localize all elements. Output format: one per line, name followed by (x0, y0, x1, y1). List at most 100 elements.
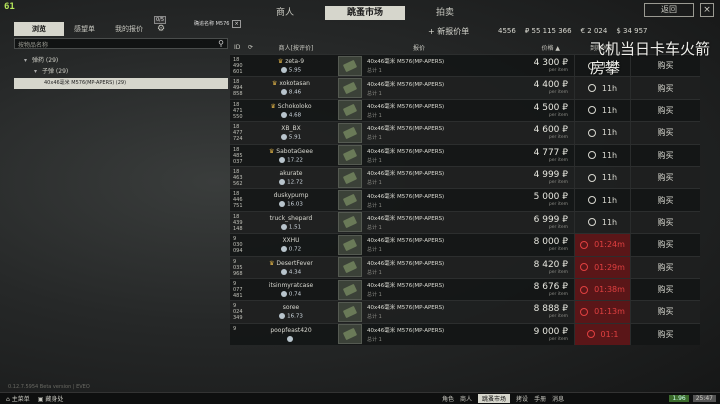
expiry-value: 11h (601, 83, 618, 93)
table-row: 9 035 968 ♛ DesertFever 4.34 40x46毫米 M576(… (230, 255, 700, 278)
buy-button[interactable]: 购买 (630, 166, 700, 189)
nav-builds[interactable]: 拷设 (516, 394, 528, 403)
rating-icon (280, 67, 287, 73)
add-offer-button[interactable]: + 新报价单 (428, 26, 469, 37)
seller-cell[interactable]: soree 16.73 (248, 301, 334, 322)
top-nav: 商人 跳蚤市场 拍卖 (245, 6, 485, 20)
price-cell: 8 000 ₽ per item (504, 234, 574, 255)
buy-button[interactable]: 购买 (630, 256, 700, 278)
tree-node-ammo[interactable]: ▾ 弹药 (29) (14, 55, 228, 66)
buy-button[interactable]: 购买 (630, 122, 700, 144)
item-cell[interactable]: 40x46毫米 M576(MP-APERS) 总计 1 (334, 301, 504, 322)
table-row: 18 494 858 ♛ xokotasan 8.46 40x46毫米 M576(M… (230, 76, 700, 99)
seller-name: xokotasan (279, 80, 310, 88)
grenade-icon (338, 257, 362, 278)
clock-icon (587, 173, 596, 182)
seller-cell[interactable]: ♛ zeta-9 5.95 (248, 55, 334, 76)
rating-value: 5.91 (288, 134, 302, 141)
item-cell[interactable]: 40x46毫米 M576(MP-APERS) 总计 1 (334, 189, 504, 211)
header-seller[interactable]: 商人[按评价] (258, 43, 334, 52)
seller-cell[interactable]: akurate 12.72 (248, 167, 334, 188)
price-cell: 9 000 ₽ per item (504, 324, 574, 345)
buy-button[interactable]: 购买 (630, 144, 700, 166)
main-menu-button[interactable]: ⌂ 主菜单 (6, 394, 30, 403)
nav-traders[interactable]: 商人 (460, 394, 472, 403)
header-price[interactable]: 价格 ▲ (504, 43, 574, 52)
tree-node-rounds[interactable]: ▾ 子弹 (29) (14, 66, 228, 77)
item-quantity: 总计 1 (367, 180, 382, 187)
seller-cell[interactable]: ♛ SabotaGeee 17.22 (248, 145, 334, 166)
buy-button[interactable]: 购买 (630, 301, 700, 323)
expiry-cell: 11h (574, 189, 630, 211)
tab-wishlist[interactable]: 感望单 (64, 22, 105, 36)
tab-browse[interactable]: 浏览 (14, 22, 64, 36)
buy-button[interactable]: 购买 (630, 234, 700, 256)
seller-cell[interactable]: itsinmyratcase 0.74 (248, 279, 334, 300)
search-input[interactable]: 按物品名称 ⚲ (14, 38, 228, 49)
nav-handbook[interactable]: 手册 (534, 394, 546, 403)
seller-cell[interactable]: XXHU 0.72 (248, 234, 334, 255)
item-cell[interactable]: 40x46毫米 M576(MP-APERS) 总计 1 (334, 122, 504, 143)
rating-icon (279, 313, 286, 320)
back-button[interactable]: 返回 (644, 3, 694, 17)
gear-icon[interactable]: ⚙ (157, 24, 165, 34)
header-id[interactable]: ID (230, 44, 248, 51)
item-cell[interactable]: 40x46毫米 M576(MP-APERS) 总计 1 (334, 145, 504, 166)
tab-flea-market[interactable]: 跳蚤市场 (325, 6, 405, 20)
search-icon[interactable]: ⚲ (218, 39, 224, 48)
item-cell[interactable]: 40x46毫米 M576(MP-APERS) 总计 1 (334, 324, 504, 345)
seller-name: itsinmyratcase (268, 281, 314, 289)
seller-rating: 4.34 (248, 268, 334, 276)
seller-rating: 17.22 (248, 156, 334, 163)
clear-filter-icon[interactable]: × (232, 20, 241, 28)
item-cell[interactable]: 40x46毫米 M576(MP-APERS) 总计 1 (334, 100, 504, 121)
nav-flea-market[interactable]: 跳蚤市场 (478, 394, 511, 403)
seller-cell[interactable]: duskypump 16.03 (248, 189, 334, 210)
item-cell[interactable]: 40x46毫米 M576(MP-APERS) 总计 1 (334, 167, 504, 188)
seller-cell[interactable]: truck_shepard 1.51 (248, 212, 334, 233)
seller-name: Schokoloko (277, 102, 312, 110)
buy-button[interactable]: 购买 (630, 189, 700, 211)
seller-name: truck_shepard (269, 214, 313, 222)
item-cell[interactable]: 40x46毫米 M576(MP-APERS) 总计 1 (334, 212, 504, 233)
item-cell[interactable]: 40x46毫米 M576(MP-APERS) 总计 1 (334, 55, 504, 76)
seller-cell[interactable]: poopfeast420 (248, 324, 334, 345)
item-cell[interactable]: 40x46毫米 M576(MP-APERS) 总计 1 (334, 279, 504, 300)
item-cell[interactable]: 40x46毫米 M576(MP-APERS) 总计 1 (334, 234, 504, 255)
expiry-value: 01:1 (600, 329, 619, 339)
refresh-icon[interactable]: ⟳ (248, 44, 258, 51)
seller-cell[interactable]: XB_BX 5.91 (248, 122, 334, 143)
table-row: 9 077 481 itsinmyratcase 0.74 40x46毫米 M576… (230, 277, 700, 301)
item-cell[interactable]: 40x46毫米 M576(MP-APERS) 总计 1 (334, 77, 504, 99)
filter-label: 确追名称 M576 (194, 21, 230, 27)
hideout-button[interactable]: ▣ 藏身处 (38, 394, 64, 403)
nav-messages[interactable]: 消息 (552, 394, 564, 403)
buy-button[interactable]: 购买 (630, 211, 700, 234)
buy-button[interactable]: 购买 (630, 323, 700, 346)
tab-auction[interactable]: 拍卖 (405, 6, 485, 20)
currency-bar: 4556 ₽ 55 115 366 € 2 024 $ 34 957 (498, 27, 647, 35)
bottom-bar: ⌂ 主菜单 ▣ 藏身处 角色 商人 跳蚤市场 拷设 手册 消息 1.96 25:… (0, 392, 720, 404)
seller-rating (248, 335, 334, 343)
tab-my-offers[interactable]: 我的报价 (105, 22, 153, 36)
tree-node-selected-item[interactable]: 40x46毫米 M576(MP-APERS) (29) (14, 78, 228, 89)
nav-character[interactable]: 角色 (442, 394, 454, 403)
roubles-balance: 4556 (498, 27, 516, 35)
rating-icon (280, 246, 287, 253)
seller-cell[interactable]: ♛ DesertFever 4.34 (248, 257, 334, 278)
rating-value: 4.34 (288, 269, 302, 276)
expiry-value: 11h (601, 105, 618, 115)
seller-cell[interactable]: ♛ Schokoloko 4.68 (248, 100, 334, 121)
item-cell[interactable]: 40x46毫米 M576(MP-APERS) 总计 1 (334, 257, 504, 278)
tab-traders[interactable]: 商人 (245, 6, 325, 20)
seller-cell[interactable]: ♛ xokotasan 8.46 (248, 77, 334, 98)
buy-button[interactable]: 购买 (630, 77, 700, 99)
buy-button[interactable]: 购买 (630, 278, 700, 301)
rating-value: 0.74 (288, 291, 302, 298)
price-unit: per item (548, 68, 568, 73)
buy-button[interactable]: 购买 (630, 99, 700, 122)
expiry-cell: 11h (574, 211, 630, 234)
close-icon[interactable]: × (700, 3, 714, 17)
price-unit: per item (548, 202, 568, 208)
seller-name: akurate (279, 169, 303, 177)
